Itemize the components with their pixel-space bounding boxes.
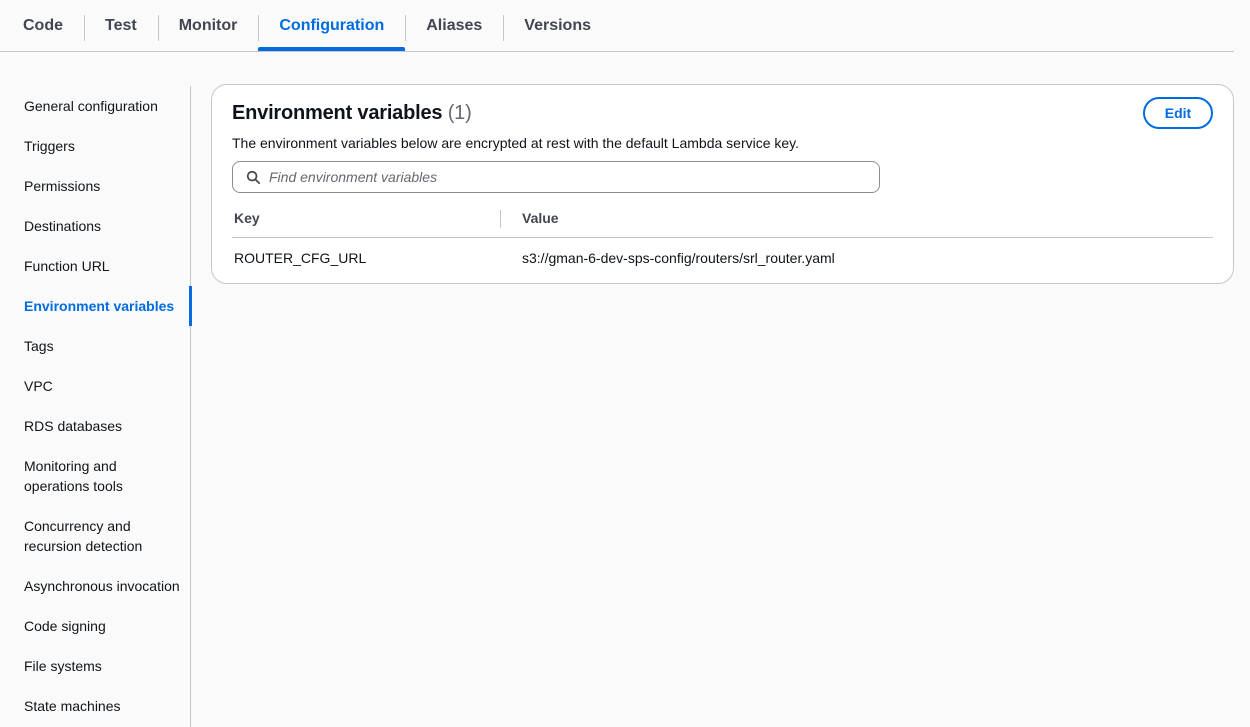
sidebar-item-code-signing[interactable]: Code signing	[24, 616, 106, 636]
sidebar-item-vpc[interactable]: VPC	[24, 376, 53, 396]
tab-monitor[interactable]: Monitor	[157, 0, 259, 51]
sidebar-item-concurrency[interactable]: Concurrency and recursion detection	[24, 516, 159, 556]
sidebar-item-destinations[interactable]: Destinations	[24, 216, 101, 236]
table-cell-value: s3://gman-6-dev-sps-config/routers/srl_r…	[522, 250, 835, 266]
tab-aliases[interactable]: Aliases	[405, 0, 503, 51]
active-indicator	[189, 286, 192, 326]
sidebar-item-general-configuration[interactable]: General configuration	[24, 96, 158, 116]
sidebar-item-monitoring-tools[interactable]: Monitoring and operations tools	[24, 456, 144, 496]
search-icon	[246, 170, 260, 184]
sidebar-item-tags[interactable]: Tags	[24, 336, 54, 356]
tab-test[interactable]: Test	[84, 0, 158, 51]
column-divider[interactable]	[500, 210, 501, 228]
tab-code[interactable]: Code	[0, 0, 84, 51]
configuration-sidebar: General configuration Triggers Permissio…	[0, 86, 192, 727]
sidebar-item-asynchronous-invocation[interactable]: Asynchronous invocation	[24, 576, 180, 596]
tab-configuration[interactable]: Configuration	[258, 0, 406, 51]
tab-bar: Code Test Monitor Configuration Aliases …	[0, 0, 1234, 52]
panel-title-text: Environment variables	[232, 102, 443, 124]
column-header-key[interactable]: Key	[234, 210, 260, 226]
table-cell-key: ROUTER_CFG_URL	[234, 250, 367, 266]
sidebar-item-state-machines[interactable]: State machines	[24, 696, 121, 716]
sidebar-item-function-url[interactable]: Function URL	[24, 256, 110, 276]
column-header-value[interactable]: Value	[522, 210, 559, 226]
panel-title-count: (1)	[447, 102, 472, 124]
panel-title: Environment variables (1)	[232, 102, 472, 125]
table-divider	[232, 237, 1213, 238]
tab-versions[interactable]: Versions	[503, 0, 612, 51]
search-input[interactable]	[269, 169, 829, 185]
edit-button[interactable]: Edit	[1143, 97, 1213, 129]
sidebar-item-rds-databases[interactable]: RDS databases	[24, 416, 122, 436]
sidebar-item-file-systems[interactable]: File systems	[24, 656, 102, 676]
sidebar-item-permissions[interactable]: Permissions	[24, 176, 100, 196]
panel-description: The environment variables below are encr…	[232, 135, 800, 151]
search-field[interactable]	[232, 161, 880, 193]
sidebar-item-environment-variables[interactable]: Environment variables	[24, 296, 174, 316]
environment-variables-panel: Environment variables (1) Edit The envir…	[211, 84, 1234, 284]
sidebar-item-triggers[interactable]: Triggers	[24, 136, 75, 156]
